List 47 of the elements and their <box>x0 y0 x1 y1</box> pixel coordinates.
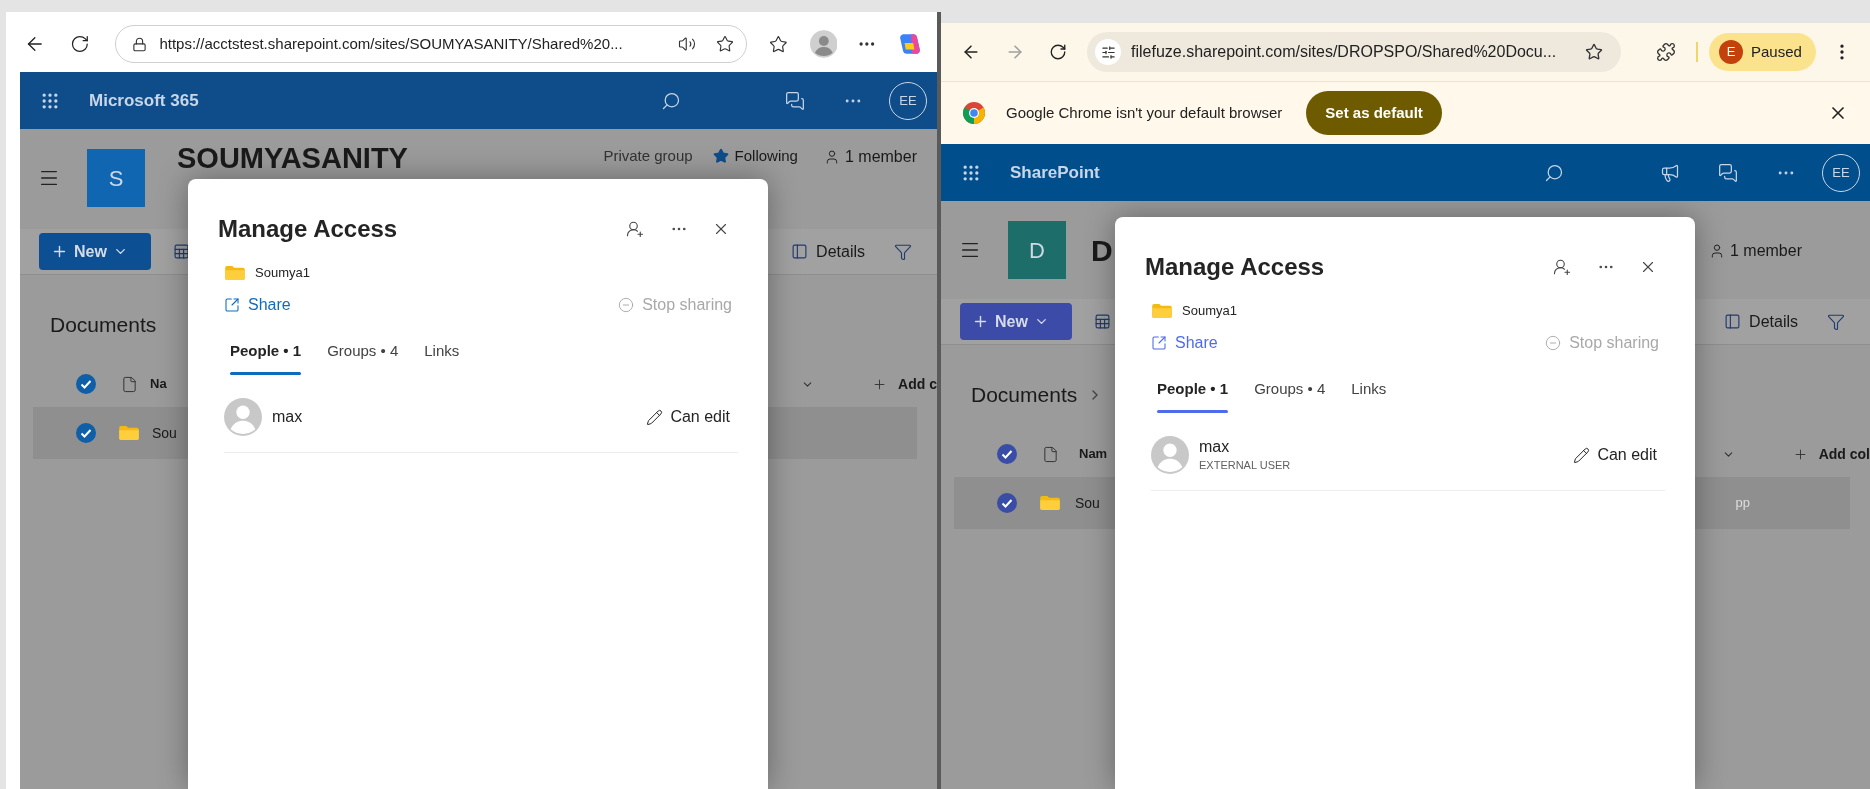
profile-avatar: E <box>1719 40 1743 64</box>
table-cell-text: pp <box>1735 494 1750 513</box>
file-name[interactable]: Sou <box>1075 492 1100 514</box>
person-name: max <box>272 407 303 427</box>
column-header[interactable]: Nam <box>1079 444 1108 464</box>
banner-message: Google Chrome isn't your default browser <box>1006 102 1283 123</box>
permission-button[interactable]: Can edit <box>1573 443 1657 467</box>
library-title: Documents <box>971 382 1078 409</box>
address-bar[interactable]: filefuze.sharepoint.com/sites/DROPSPO/Shared%20Docu... <box>1087 32 1621 72</box>
new-button[interactable]: New <box>39 233 151 270</box>
person-name: max <box>1199 437 1231 457</box>
site-title: SOUMYASANITY <box>177 141 408 176</box>
site-logo: D <box>1008 221 1066 279</box>
member-count[interactable]: 1 member <box>1729 239 1802 263</box>
dialog-title: Manage Access <box>218 214 398 244</box>
privacy-label: Private group <box>603 146 693 166</box>
url-text: filefuze.sharepoint.com/sites/DROPSPO/Shared%20Docu... <box>1131 42 1557 62</box>
permission-button[interactable]: Can edit <box>646 405 730 429</box>
library-title: Documents <box>50 312 157 339</box>
details-button[interactable]: Details <box>1724 309 1798 334</box>
url-text: https://acctstest.sharepoint.com/sites/SOUMYASANITY/Shared%20... <box>159 33 623 54</box>
profile-button[interactable]: E Paused <box>1709 33 1816 71</box>
column-header[interactable]: Add c <box>898 373 937 395</box>
tab[interactable]: People • 1 <box>1157 378 1229 413</box>
tab[interactable]: Links <box>424 340 460 375</box>
share-link[interactable]: Share <box>1151 330 1218 355</box>
tab[interactable]: Groups • 4 <box>327 340 399 375</box>
tab[interactable]: Groups • 4 <box>1254 378 1326 413</box>
new-button[interactable]: New <box>960 303 1072 340</box>
site-logo: S <box>87 149 145 207</box>
item-name: Soumya1 <box>255 264 310 282</box>
column-header[interactable]: Na <box>150 374 167 394</box>
tab[interactable]: Links <box>1351 378 1387 413</box>
file-name[interactable]: Sou <box>152 422 177 444</box>
tab[interactable]: People • 1 <box>230 340 302 375</box>
suite-title: SharePoint <box>1010 161 1100 184</box>
details-button[interactable]: Details <box>791 239 865 264</box>
member-count[interactable]: 1 member <box>844 145 917 169</box>
person-type: EXTERNAL USER <box>1199 458 1291 473</box>
follow-status[interactable]: Following <box>734 145 798 168</box>
site-title: D <box>1091 232 1113 269</box>
suite-title: Microsoft 365 <box>89 89 199 112</box>
item-name: Soumya1 <box>1182 302 1237 320</box>
set-default-button[interactable]: Set as default <box>1306 91 1442 135</box>
dialog-title: Manage Access <box>1145 252 1325 282</box>
column-header[interactable]: Add col <box>1818 443 1870 465</box>
share-link[interactable]: Share <box>224 292 291 317</box>
